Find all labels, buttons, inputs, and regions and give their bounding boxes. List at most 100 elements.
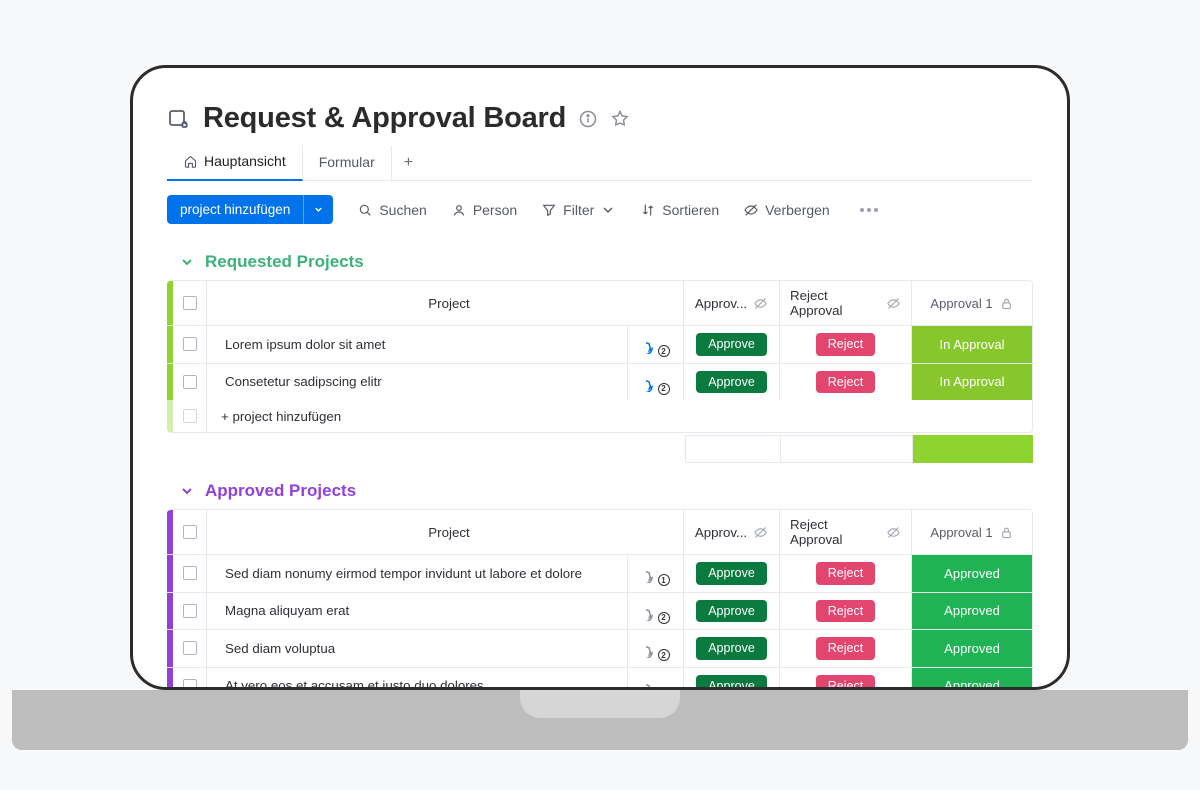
reject-button[interactable]: Reject: [816, 371, 875, 394]
group-title[interactable]: Approved Projects: [205, 481, 356, 501]
col-reject[interactable]: Reject Approval: [780, 510, 912, 554]
status-cell[interactable]: In Approval: [912, 364, 1032, 401]
add-project-row[interactable]: + project hinzufügen: [167, 400, 1032, 432]
chat-icon: 2: [646, 372, 666, 392]
star-icon[interactable]: [610, 109, 630, 129]
chevron-down-icon: [600, 202, 616, 218]
table-row: Magna aliquyam erat 2 Approve Reject App…: [167, 593, 1032, 631]
conversation-button[interactable]: 2: [628, 364, 684, 401]
hidden-icon: [753, 296, 768, 311]
project-name-cell[interactable]: At vero eos et accusam et justo duo dolo…: [207, 668, 628, 691]
tab-main-label: Hauptansicht: [204, 153, 286, 169]
chat-count: 1: [658, 574, 670, 586]
col-approve[interactable]: Approv...: [684, 281, 780, 325]
col-project[interactable]: Project: [207, 281, 684, 325]
home-icon: [183, 154, 198, 169]
reject-button[interactable]: Reject: [816, 675, 875, 691]
tab-form-label: Formular: [319, 154, 375, 170]
conversation-button[interactable]: 2: [628, 630, 684, 667]
approve-button[interactable]: Approve: [696, 333, 767, 356]
person-filter-tool[interactable]: Person: [451, 202, 517, 218]
approve-cell: Approve: [684, 364, 780, 401]
reject-button[interactable]: Reject: [816, 637, 875, 660]
add-view-button[interactable]: +: [392, 148, 425, 178]
project-name-cell[interactable]: Sed diam voluptua: [207, 630, 628, 667]
status-badge: Approved: [912, 593, 1032, 630]
group-summary-row: [167, 435, 1033, 463]
row-checkbox[interactable]: [183, 641, 197, 655]
laptop-touchpad: [520, 690, 680, 718]
col-reject-label: Reject Approval: [790, 288, 880, 318]
select-all-checkbox[interactable]: [183, 296, 197, 310]
tab-main-view[interactable]: Hauptansicht: [167, 145, 303, 181]
col-status[interactable]: Approval 1: [912, 510, 1032, 554]
row-checkbox[interactable]: [183, 337, 197, 351]
reject-button[interactable]: Reject: [816, 562, 875, 585]
group-collapse-toggle[interactable]: [179, 254, 195, 270]
select-all-checkbox[interactable]: [183, 525, 197, 539]
add-project-button[interactable]: project hinzufügen: [167, 195, 333, 224]
hidden-icon: [753, 525, 768, 540]
sort-tool[interactable]: Sortieren: [640, 202, 719, 218]
search-tool[interactable]: Suchen: [357, 202, 426, 218]
project-name-cell[interactable]: Magna aliquyam erat: [207, 593, 628, 630]
reject-cell: Reject: [780, 668, 912, 691]
row-checkbox[interactable]: [183, 566, 197, 580]
chat-icon: 1: [646, 563, 666, 583]
project-name-cell[interactable]: Sed diam nonumy eirmod tempor invidunt u…: [207, 555, 628, 592]
conversation-button[interactable]: 4: [628, 668, 684, 691]
board-title: Request & Approval Board: [203, 102, 566, 135]
filter-tool[interactable]: Filter: [541, 202, 616, 218]
hide-tool[interactable]: Verbergen: [743, 202, 830, 218]
info-icon[interactable]: [578, 109, 598, 129]
row-checkbox[interactable]: [183, 375, 197, 389]
col-status[interactable]: Approval 1: [912, 281, 1032, 325]
requested-table: Project Approv... Reject Approval Approv…: [167, 280, 1033, 433]
person-label: Person: [473, 202, 517, 218]
status-cell[interactable]: Approved: [912, 555, 1032, 592]
project-name-cell[interactable]: Consetetur sadipscing elitr: [207, 364, 628, 401]
summary-reject: [781, 435, 913, 463]
reject-button[interactable]: Reject: [816, 333, 875, 356]
chat-icon: 2: [646, 601, 666, 621]
col-project[interactable]: Project: [207, 510, 684, 554]
laptop-base: [12, 690, 1188, 750]
group-requested: Requested Projects Project Approv... Re: [167, 252, 1033, 463]
approve-cell: Approve: [684, 668, 780, 691]
approve-cell: Approve: [684, 630, 780, 667]
status-badge: Approved: [912, 630, 1032, 667]
approve-button[interactable]: Approve: [696, 600, 767, 623]
col-approve-label: Approv...: [695, 296, 747, 311]
add-project-caret[interactable]: [303, 195, 333, 224]
sort-label: Sortieren: [662, 202, 719, 218]
tab-form[interactable]: Formular: [303, 146, 392, 180]
approve-button[interactable]: Approve: [696, 562, 767, 585]
conversation-button[interactable]: 1: [628, 555, 684, 592]
table-row: At vero eos et accusam et justo duo dolo…: [167, 668, 1032, 691]
conversation-button[interactable]: 2: [628, 326, 684, 363]
table-row: Consetetur sadipscing elitr 2 Approve Re…: [167, 364, 1032, 401]
row-checkbox[interactable]: [183, 679, 197, 690]
more-menu[interactable]: [854, 208, 884, 212]
approve-button[interactable]: Approve: [696, 675, 767, 691]
col-approve[interactable]: Approv...: [684, 510, 780, 554]
status-cell[interactable]: In Approval: [912, 326, 1032, 363]
table-header-row: Project Approv... Reject Approval Approv…: [167, 281, 1032, 326]
project-name-cell[interactable]: Lorem ipsum dolor sit amet: [207, 326, 628, 363]
conversation-button[interactable]: 2: [628, 593, 684, 630]
chat-count: 2: [658, 612, 670, 624]
row-checkbox: [183, 409, 197, 423]
approve-button[interactable]: Approve: [696, 371, 767, 394]
col-reject[interactable]: Reject Approval: [780, 281, 912, 325]
group-title[interactable]: Requested Projects: [205, 252, 364, 272]
status-cell[interactable]: Approved: [912, 668, 1032, 691]
approve-button[interactable]: Approve: [696, 637, 767, 660]
status-cell[interactable]: Approved: [912, 593, 1032, 630]
approve-cell: Approve: [684, 555, 780, 592]
group-collapse-toggle[interactable]: [179, 483, 195, 499]
row-checkbox[interactable]: [183, 604, 197, 618]
reject-button[interactable]: Reject: [816, 600, 875, 623]
reject-cell: Reject: [780, 364, 912, 401]
status-cell[interactable]: Approved: [912, 630, 1032, 667]
toolbar: project hinzufügen Suchen Person Filter: [167, 181, 1033, 242]
